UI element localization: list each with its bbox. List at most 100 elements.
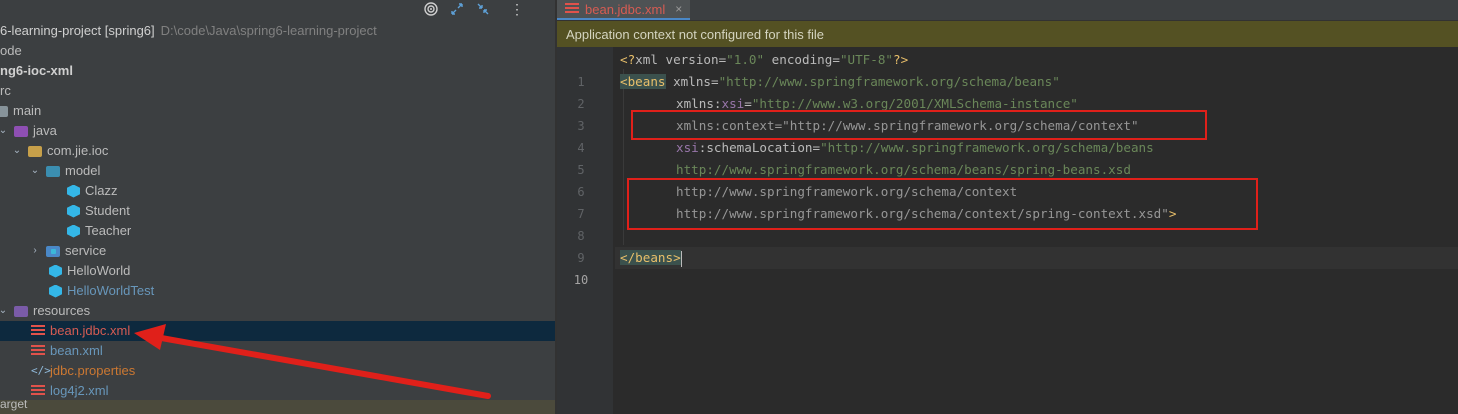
tree-item-label: log4j2.xml [50,383,109,398]
properties-file-icon: </> [31,364,51,377]
chevron-right-icon[interactable]: › [28,241,42,261]
code-token: <beans [620,74,666,89]
code-token: "1.0" [726,52,765,67]
code-area[interactable]: 1 <?xml version="1.0" encoding="UTF-8"?>… [574,47,1458,414]
code-line[interactable]: 2 <beans xmlns="http://www.springframewo… [577,71,1458,111]
project-toolbar: ⋮ [0,0,555,20]
class-icon [67,224,80,238]
tree-item-label: resources [33,303,91,318]
tree-item-label: java [33,123,57,138]
xml-file-icon [565,3,579,15]
code-token: = [812,140,821,155]
tree-item-service[interactable]: › service [0,241,555,261]
project-root-path: D:\code\Java\spring6-learning-project [160,23,377,38]
tree-item-jdbc-properties[interactable]: </> jdbc.properties [0,361,555,381]
package-icon [28,145,42,157]
tree-item-resources[interactable]: ⌄ resources [0,301,555,321]
tree-item-helloworldtest[interactable]: HelloWorldTest [0,281,555,301]
line-number: 2 [577,97,585,111]
chevron-down-icon[interactable]: ⌄ [0,301,10,321]
code-token: :schemaLocation [698,140,813,155]
code-token: xmlns [665,74,711,89]
class-icon [67,204,80,218]
tree-item-student[interactable]: Student [0,201,555,221]
code-token: xsi [721,96,745,111]
tree-item-label: Teacher [85,223,132,238]
more-icon[interactable]: ⋮ [508,0,526,18]
code-token: "http://www.springframework.org/schema/b… [718,74,1060,89]
tree-item-label: service [65,243,107,258]
collapse-icon[interactable] [474,0,492,18]
tree-item-label: bean.jdbc.xml [50,323,131,338]
tree-item-teacher[interactable]: Teacher [0,221,555,241]
tree-item-module[interactable]: ng6-ioc-xml [0,61,555,81]
tree-item-main[interactable]: main [0,101,555,121]
tab-bean-jdbc-xml[interactable]: bean.jdbc.xml × [557,0,691,20]
tree-root[interactable]: 6-learning-project [spring6] D:\code\Jav… [0,21,555,41]
line-number: 8 [577,229,585,243]
class-icon [49,264,62,278]
tree-item-helloworld[interactable]: HelloWorld [0,261,555,281]
notification-banner: Application context not configured for t… [557,21,1458,47]
tree-item-src[interactable]: rc [0,81,555,101]
tree-item-label: com.jie.ioc [47,143,109,158]
project-panel: ⋮ 6-learning-project [spring6] D:\code\J… [0,0,555,414]
tree-item-java[interactable]: ⌄ java [0,121,555,141]
code-text: xsi:schemaLocation="http://www.springfra… [676,137,1154,159]
banner-text: Application context not configured for t… [566,26,824,42]
annotation-box-schema-location [627,178,1258,230]
tree-item-label: Student [85,203,130,218]
code-token: xml version [635,52,719,67]
code-token: "UTF-8" [839,52,894,67]
line-number: 7 [577,207,585,221]
tree-item-bean-jdbc-xml[interactable]: bean.jdbc.xml [0,321,555,341]
line-number: 5 [577,163,585,177]
tree-item-bean-xml[interactable]: bean.xml [0,341,555,361]
code-text: </beans> [620,247,682,269]
close-icon[interactable]: × [675,2,682,16]
line-number: 4 [577,141,585,155]
code-token: http://www.springframework.org/schema/be… [676,162,1131,177]
line-number: 3 [577,119,585,133]
chevron-down-icon[interactable]: ⌄ [0,121,10,141]
expand-icon[interactable] [448,0,466,18]
class-icon [67,184,80,198]
code-token: ?> [893,52,909,67]
target-icon[interactable] [422,0,440,18]
tree-item-log4j2-xml[interactable]: log4j2.xml [0,381,555,401]
project-root-label: 6-learning-project [spring6] [0,23,155,38]
chevron-down-icon[interactable]: ⌄ [28,161,42,181]
xml-file-icon [31,325,45,337]
tab-label: bean.jdbc.xml [585,1,666,17]
tree-item-label: bean.xml [50,343,103,358]
code-line[interactable]: 1 <?xml version="1.0" encoding="UTF-8"?> [577,49,1458,89]
folder-icon [0,105,8,117]
resources-folder-icon [14,305,28,317]
tree-item-target[interactable]: arget [0,397,555,414]
code-token: = [711,74,719,89]
package-icon [46,165,60,177]
chevron-down-icon[interactable]: ⌄ [10,141,24,161]
code-token: "http://www.springframework.org/schema/b… [820,140,1154,155]
line-number: 6 [577,185,585,199]
tree-item-label: model [65,163,101,178]
tree-item-package[interactable]: ⌄ com.jie.ioc [0,141,555,161]
xml-file-icon [31,385,45,397]
tree-item-label: ode [0,43,22,58]
code-token: </beans> [620,250,681,265]
tree-item-label: ng6-ioc-xml [0,63,73,78]
line-number: 1 [577,75,585,89]
code-token: <? [620,52,636,67]
tree-item-code[interactable]: ode [0,41,555,61]
code-line-current[interactable]: 10 </beans> [574,247,1458,287]
tree-item-model[interactable]: ⌄ model [0,161,555,181]
code-line[interactable]: 5 xsi:schemaLocation="http://www.springf… [577,137,1458,177]
xml-file-icon [31,345,45,357]
tree-item-clazz[interactable]: Clazz [0,181,555,201]
tree-item-label: arget [0,397,28,411]
annotation-box-xmlns-context [631,110,1207,140]
editor: bean.jdbc.xml × Application context not … [557,0,1458,414]
code-token: xsi [676,140,699,155]
tree-item-label: main [13,103,42,118]
text-caret [680,250,682,267]
